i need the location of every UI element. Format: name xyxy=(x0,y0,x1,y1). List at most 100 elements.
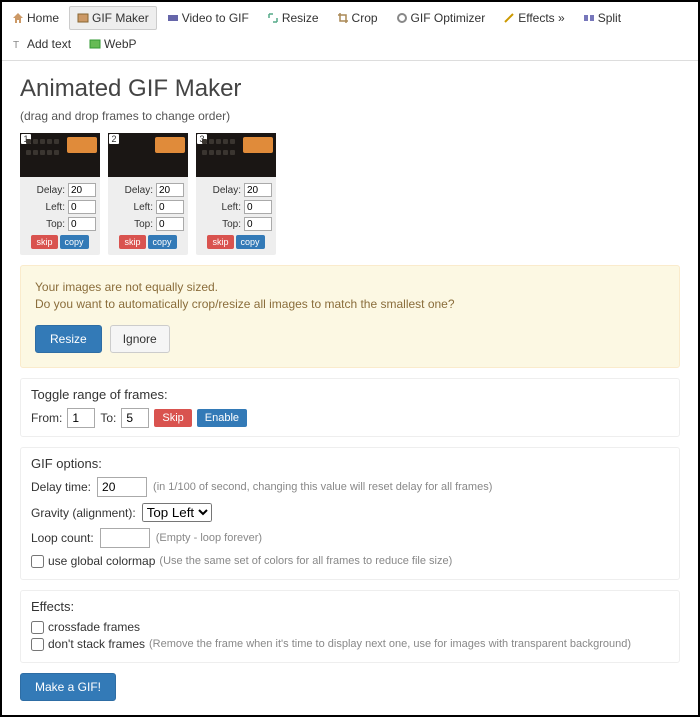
nostack-label: don't stack frames xyxy=(48,637,145,651)
loop-label: Loop count: xyxy=(31,531,94,545)
frame-skip-button[interactable]: skip xyxy=(31,235,57,249)
nav-crop[interactable]: Crop xyxy=(329,6,386,30)
svg-text:T: T xyxy=(13,40,19,50)
top-nav: Home GIF Maker Video to GIF Resize Crop … xyxy=(2,2,698,61)
alert-text: Your images are not equally sized. xyxy=(35,280,665,294)
nav-label: Effects » xyxy=(518,11,564,25)
frame-controls: Delay: Left: Top: skipcopy xyxy=(20,177,100,249)
delay-label: Delay: xyxy=(37,185,65,196)
to-input[interactable] xyxy=(121,408,149,428)
top-label: Top: xyxy=(134,219,153,230)
nav-split[interactable]: Split xyxy=(575,6,629,30)
frame-list: 1 Delay: Left: Top: skipcopy 2 Delay: Le… xyxy=(20,133,680,255)
panel-title: GIF options: xyxy=(31,456,669,471)
page-title: Animated GIF Maker xyxy=(20,75,680,103)
frame-skip-button[interactable]: skip xyxy=(207,235,233,249)
main-content: Animated GIF Maker (drag and drop frames… xyxy=(2,61,698,715)
frame-thumbnail[interactable]: 1 xyxy=(20,133,100,177)
frame-card[interactable]: 1 Delay: Left: Top: skipcopy xyxy=(20,133,100,255)
panel-title: Toggle range of frames: xyxy=(31,387,669,402)
frame-skip-button[interactable]: skip xyxy=(119,235,145,249)
crossfade-label: crossfade frames xyxy=(48,620,140,634)
delay-hint: (in 1/100 of second, changing this value… xyxy=(153,481,492,493)
delay-input[interactable] xyxy=(68,183,96,197)
wand-icon xyxy=(503,12,515,24)
left-input[interactable] xyxy=(244,200,272,214)
frame-thumbnail[interactable]: 2 xyxy=(108,133,188,177)
resize-icon xyxy=(267,12,279,24)
range-enable-button[interactable]: Enable xyxy=(197,409,247,427)
nav-label: Resize xyxy=(282,11,319,25)
loop-input[interactable] xyxy=(100,528,150,548)
split-icon xyxy=(583,12,595,24)
delay-label: Delay: xyxy=(213,185,241,196)
frame-controls: Delay: Left: Top: skipcopy xyxy=(196,177,276,249)
left-label: Left: xyxy=(46,202,65,213)
nav-label: Crop xyxy=(352,11,378,25)
frame-copy-button[interactable]: copy xyxy=(148,235,177,249)
nav-label: Split xyxy=(598,11,621,25)
toggle-range-panel: Toggle range of frames: From: To: Skip E… xyxy=(20,378,680,437)
top-label: Top: xyxy=(46,219,65,230)
frame-card[interactable]: 3 Delay: Left: Top: skipcopy xyxy=(196,133,276,255)
panel-title: Effects: xyxy=(31,599,669,614)
resize-alert: Your images are not equally sized. Do yo… xyxy=(20,265,680,368)
delay-time-label: Delay time: xyxy=(31,480,91,494)
nav-gif-maker[interactable]: GIF Maker xyxy=(69,6,157,30)
delay-input[interactable] xyxy=(244,183,272,197)
from-label: From: xyxy=(31,411,62,425)
nav-video-to-gif[interactable]: Video to GIF xyxy=(159,6,257,30)
text-icon: T xyxy=(12,38,24,50)
nav-label: GIF Maker xyxy=(92,11,149,25)
crop-icon xyxy=(337,12,349,24)
delay-label: Delay: xyxy=(125,185,153,196)
nostack-hint: (Remove the frame when it's time to disp… xyxy=(149,638,631,650)
make-gif-button[interactable]: Make a GIF! xyxy=(20,673,116,701)
range-skip-button[interactable]: Skip xyxy=(154,409,191,427)
frame-copy-button[interactable]: copy xyxy=(236,235,265,249)
left-label: Left: xyxy=(222,202,241,213)
nav-home[interactable]: Home xyxy=(4,6,67,30)
nav-label: Add text xyxy=(27,37,71,51)
frame-card[interactable]: 2 Delay: Left: Top: skipcopy xyxy=(108,133,188,255)
nav-optimizer[interactable]: GIF Optimizer xyxy=(388,6,494,30)
effects-panel: Effects: crossfade frames don't stack fr… xyxy=(20,590,680,663)
image-icon xyxy=(89,38,101,50)
from-input[interactable] xyxy=(67,408,95,428)
left-input[interactable] xyxy=(156,200,184,214)
delay-time-input[interactable] xyxy=(97,477,147,497)
nostack-checkbox[interactable] xyxy=(31,638,44,651)
colormap-checkbox[interactable] xyxy=(31,555,44,568)
top-input[interactable] xyxy=(156,217,184,231)
colormap-hint: (Use the same set of colors for all fram… xyxy=(159,555,452,567)
crossfade-checkbox[interactable] xyxy=(31,621,44,634)
nav-add-text[interactable]: T Add text xyxy=(4,32,79,56)
frame-copy-button[interactable]: copy xyxy=(60,235,89,249)
nav-label: WebP xyxy=(104,37,136,51)
gravity-label: Gravity (alignment): xyxy=(31,506,136,520)
nav-effects[interactable]: Effects » xyxy=(495,6,572,30)
top-label: Top: xyxy=(222,219,241,230)
top-input[interactable] xyxy=(68,217,96,231)
top-input[interactable] xyxy=(244,217,272,231)
resize-button[interactable]: Resize xyxy=(35,325,102,353)
nav-label: Home xyxy=(27,11,59,25)
gravity-select[interactable]: Top Left xyxy=(142,503,212,522)
home-icon xyxy=(12,12,24,24)
to-label: To: xyxy=(100,411,116,425)
frame-thumbnail[interactable]: 3 xyxy=(196,133,276,177)
nav-resize[interactable]: Resize xyxy=(259,6,327,30)
loop-hint: (Empty - loop forever) xyxy=(156,532,262,544)
ignore-button[interactable]: Ignore xyxy=(110,325,170,353)
left-label: Left: xyxy=(134,202,153,213)
colormap-label: use global colormap xyxy=(48,554,155,568)
nav-webp[interactable]: WebP xyxy=(81,32,144,56)
gif-options-panel: GIF options: Delay time: (in 1/100 of se… xyxy=(20,447,680,580)
alert-text: Do you want to automatically crop/resize… xyxy=(35,297,665,311)
nav-label: GIF Optimizer xyxy=(411,11,486,25)
nav-label: Video to GIF xyxy=(182,11,249,25)
frame-number: 2 xyxy=(109,134,119,144)
delay-input[interactable] xyxy=(156,183,184,197)
frame-controls: Delay: Left: Top: skipcopy xyxy=(108,177,188,249)
left-input[interactable] xyxy=(68,200,96,214)
